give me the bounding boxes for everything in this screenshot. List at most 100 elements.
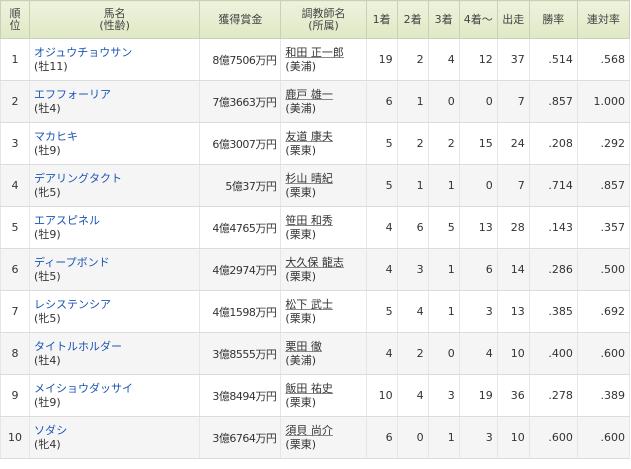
horse-sex-age: (牡4) <box>34 101 61 115</box>
horse-name-link[interactable]: レシステンシア <box>34 298 111 311</box>
starts-cell: 7 <box>496 80 530 123</box>
starts-cell: 36 <box>496 374 530 417</box>
trainer-name-link[interactable]: 栗田 徹 <box>285 340 322 353</box>
trainer-name-link[interactable]: 笹田 和秀 <box>285 214 333 227</box>
trainer-name-link[interactable]: 大久保 龍志 <box>285 256 344 269</box>
horse-name-link[interactable]: マカヒキ <box>34 130 78 143</box>
earnings-ranking-table: 順位 馬名 (性齢) 獲得賞金 調教師名 (所属) 1着 2着 3着 4着～ 出走 … <box>0 0 631 459</box>
table-row: 1 オジュウチョウサン (牡11) 8億7506万円 和田 正一郎 (美浦) 19 … <box>0 38 631 81</box>
header-starts: 出走 <box>496 0 530 39</box>
third-count-cell: 0 <box>427 80 460 123</box>
fourth-plus-count-cell: 0 <box>458 164 498 207</box>
horse-cell: デアリングタクト (牝5) <box>29 164 201 207</box>
table-row: 5 エアスピネル (牡9) 4億4765万円 笹田 和秀 (栗東) 4 6 5 13… <box>0 206 631 249</box>
header-rank: 順位 <box>0 0 31 39</box>
trainer-cell: 飯田 祐史 (栗東) <box>280 374 367 417</box>
trainer-cell: 松下 武士 (栗東) <box>280 290 367 333</box>
header-place-rate: 連対率 <box>576 0 631 39</box>
horse-cell: エアスピネル (牡9) <box>29 206 201 249</box>
place-rate-cell: .600 <box>576 332 631 375</box>
rank-cell: 1 <box>0 38 31 81</box>
horse-name-link[interactable]: ソダシ <box>34 424 67 437</box>
trainer-name-link[interactable]: 松下 武士 <box>285 298 333 311</box>
horse-sex-age: (牡4) <box>34 353 61 367</box>
win-rate-cell: .514 <box>528 38 578 81</box>
starts-cell: 10 <box>496 332 530 375</box>
horse-name-link[interactable]: エフフォーリア <box>34 88 111 101</box>
horse-name-link[interactable]: メイショウダッサイ <box>34 382 133 395</box>
place-rate-cell: .500 <box>576 248 631 291</box>
trainer-cell: 須貝 尚介 (栗東) <box>280 416 367 459</box>
second-count-cell: 0 <box>396 416 429 459</box>
win-rate-cell: .286 <box>528 248 578 291</box>
header-trainer: 調教師名 (所属) <box>280 0 367 39</box>
header-rank-line2: 位 <box>9 18 21 32</box>
header-trainer-line2: (所属) <box>308 18 339 32</box>
horse-sex-age: (牡11) <box>34 59 68 73</box>
trainer-name-link[interactable]: 須貝 尚介 <box>285 424 333 437</box>
first-count-cell: 19 <box>365 38 398 81</box>
table-row: 3 マカヒキ (牡9) 6億3007万円 友道 康夫 (栗東) 5 2 2 15 2… <box>0 122 631 165</box>
horse-sex-age: (牡9) <box>34 227 61 241</box>
horse-name-link[interactable]: エアスピネル <box>34 214 100 227</box>
rank-cell: 10 <box>0 416 31 459</box>
fourth-plus-count-cell: 4 <box>458 332 498 375</box>
trainer-name-link[interactable]: 和田 正一郎 <box>285 46 344 59</box>
table-row: 4 デアリングタクト (牝5) 5億37万円 杉山 晴紀 (栗東) 5 1 1 0 … <box>0 164 631 207</box>
trainer-affiliation: (栗東) <box>285 395 317 409</box>
horse-cell: タイトルホルダー (牡4) <box>29 332 201 375</box>
header-horse-line2: (性齢) <box>99 18 130 32</box>
horse-name-link[interactable]: オジュウチョウサン <box>34 46 132 59</box>
horse-name-link[interactable]: デアリングタクト <box>34 172 122 185</box>
horse-cell: マカヒキ (牡9) <box>29 122 201 165</box>
first-count-cell: 10 <box>365 374 398 417</box>
prize-cell: 4億1598万円 <box>199 290 282 333</box>
starts-cell: 24 <box>496 122 530 165</box>
win-rate-cell: .600 <box>528 416 578 459</box>
starts-cell: 28 <box>496 206 530 249</box>
trainer-name-link[interactable]: 飯田 祐史 <box>285 382 333 395</box>
win-rate-cell: .400 <box>528 332 578 375</box>
table-row: 10 ソダシ (牝4) 3億6764万円 須貝 尚介 (栗東) 6 0 1 3 10… <box>0 416 631 459</box>
trainer-name-link[interactable]: 鹿戸 雄一 <box>285 88 333 101</box>
first-count-cell: 4 <box>365 332 398 375</box>
rank-cell: 5 <box>0 206 31 249</box>
rank-cell: 6 <box>0 248 31 291</box>
starts-cell: 37 <box>496 38 530 81</box>
trainer-name-link[interactable]: 友道 康夫 <box>285 130 333 143</box>
second-count-cell: 6 <box>396 206 429 249</box>
trainer-affiliation: (栗東) <box>285 185 317 199</box>
header-second: 2着 <box>396 0 429 39</box>
table-row: 2 エフフォーリア (牡4) 7億3663万円 鹿戸 雄一 (美浦) 6 1 0 0… <box>0 80 631 123</box>
rank-cell: 9 <box>0 374 31 417</box>
second-count-cell: 2 <box>396 38 429 81</box>
table-row: 8 タイトルホルダー (牡4) 3億8555万円 栗田 徹 (美浦) 4 2 0 4… <box>0 332 631 375</box>
trainer-cell: 和田 正一郎 (美浦) <box>280 38 367 81</box>
trainer-cell: 栗田 徹 (美浦) <box>280 332 367 375</box>
horse-name-link[interactable]: タイトルホルダー <box>34 340 122 353</box>
place-rate-cell: .600 <box>576 416 631 459</box>
fourth-plus-count-cell: 13 <box>458 206 498 249</box>
trainer-affiliation: (栗東) <box>285 311 317 325</box>
second-count-cell: 2 <box>396 122 429 165</box>
first-count-cell: 4 <box>365 206 398 249</box>
rank-cell: 8 <box>0 332 31 375</box>
win-rate-cell: .857 <box>528 80 578 123</box>
prize-cell: 6億3007万円 <box>199 122 282 165</box>
win-rate-cell: .143 <box>528 206 578 249</box>
header-horse: 馬名 (性齢) <box>29 0 201 39</box>
rank-cell: 2 <box>0 80 31 123</box>
trainer-name-link[interactable]: 杉山 晴紀 <box>285 172 333 185</box>
fourth-plus-count-cell: 12 <box>458 38 498 81</box>
trainer-affiliation: (栗東) <box>285 437 317 451</box>
trainer-affiliation: (栗東) <box>285 269 317 283</box>
horse-sex-age: (牝5) <box>34 311 61 325</box>
win-rate-cell: .714 <box>528 164 578 207</box>
third-count-cell: 4 <box>427 38 460 81</box>
trainer-affiliation: (美浦) <box>285 59 317 73</box>
horse-cell: メイショウダッサイ (牡9) <box>29 374 201 417</box>
third-count-cell: 5 <box>427 206 460 249</box>
horse-sex-age: (牡9) <box>34 395 61 409</box>
prize-cell: 3億8494万円 <box>199 374 282 417</box>
horse-name-link[interactable]: ディープボンド <box>34 256 110 269</box>
